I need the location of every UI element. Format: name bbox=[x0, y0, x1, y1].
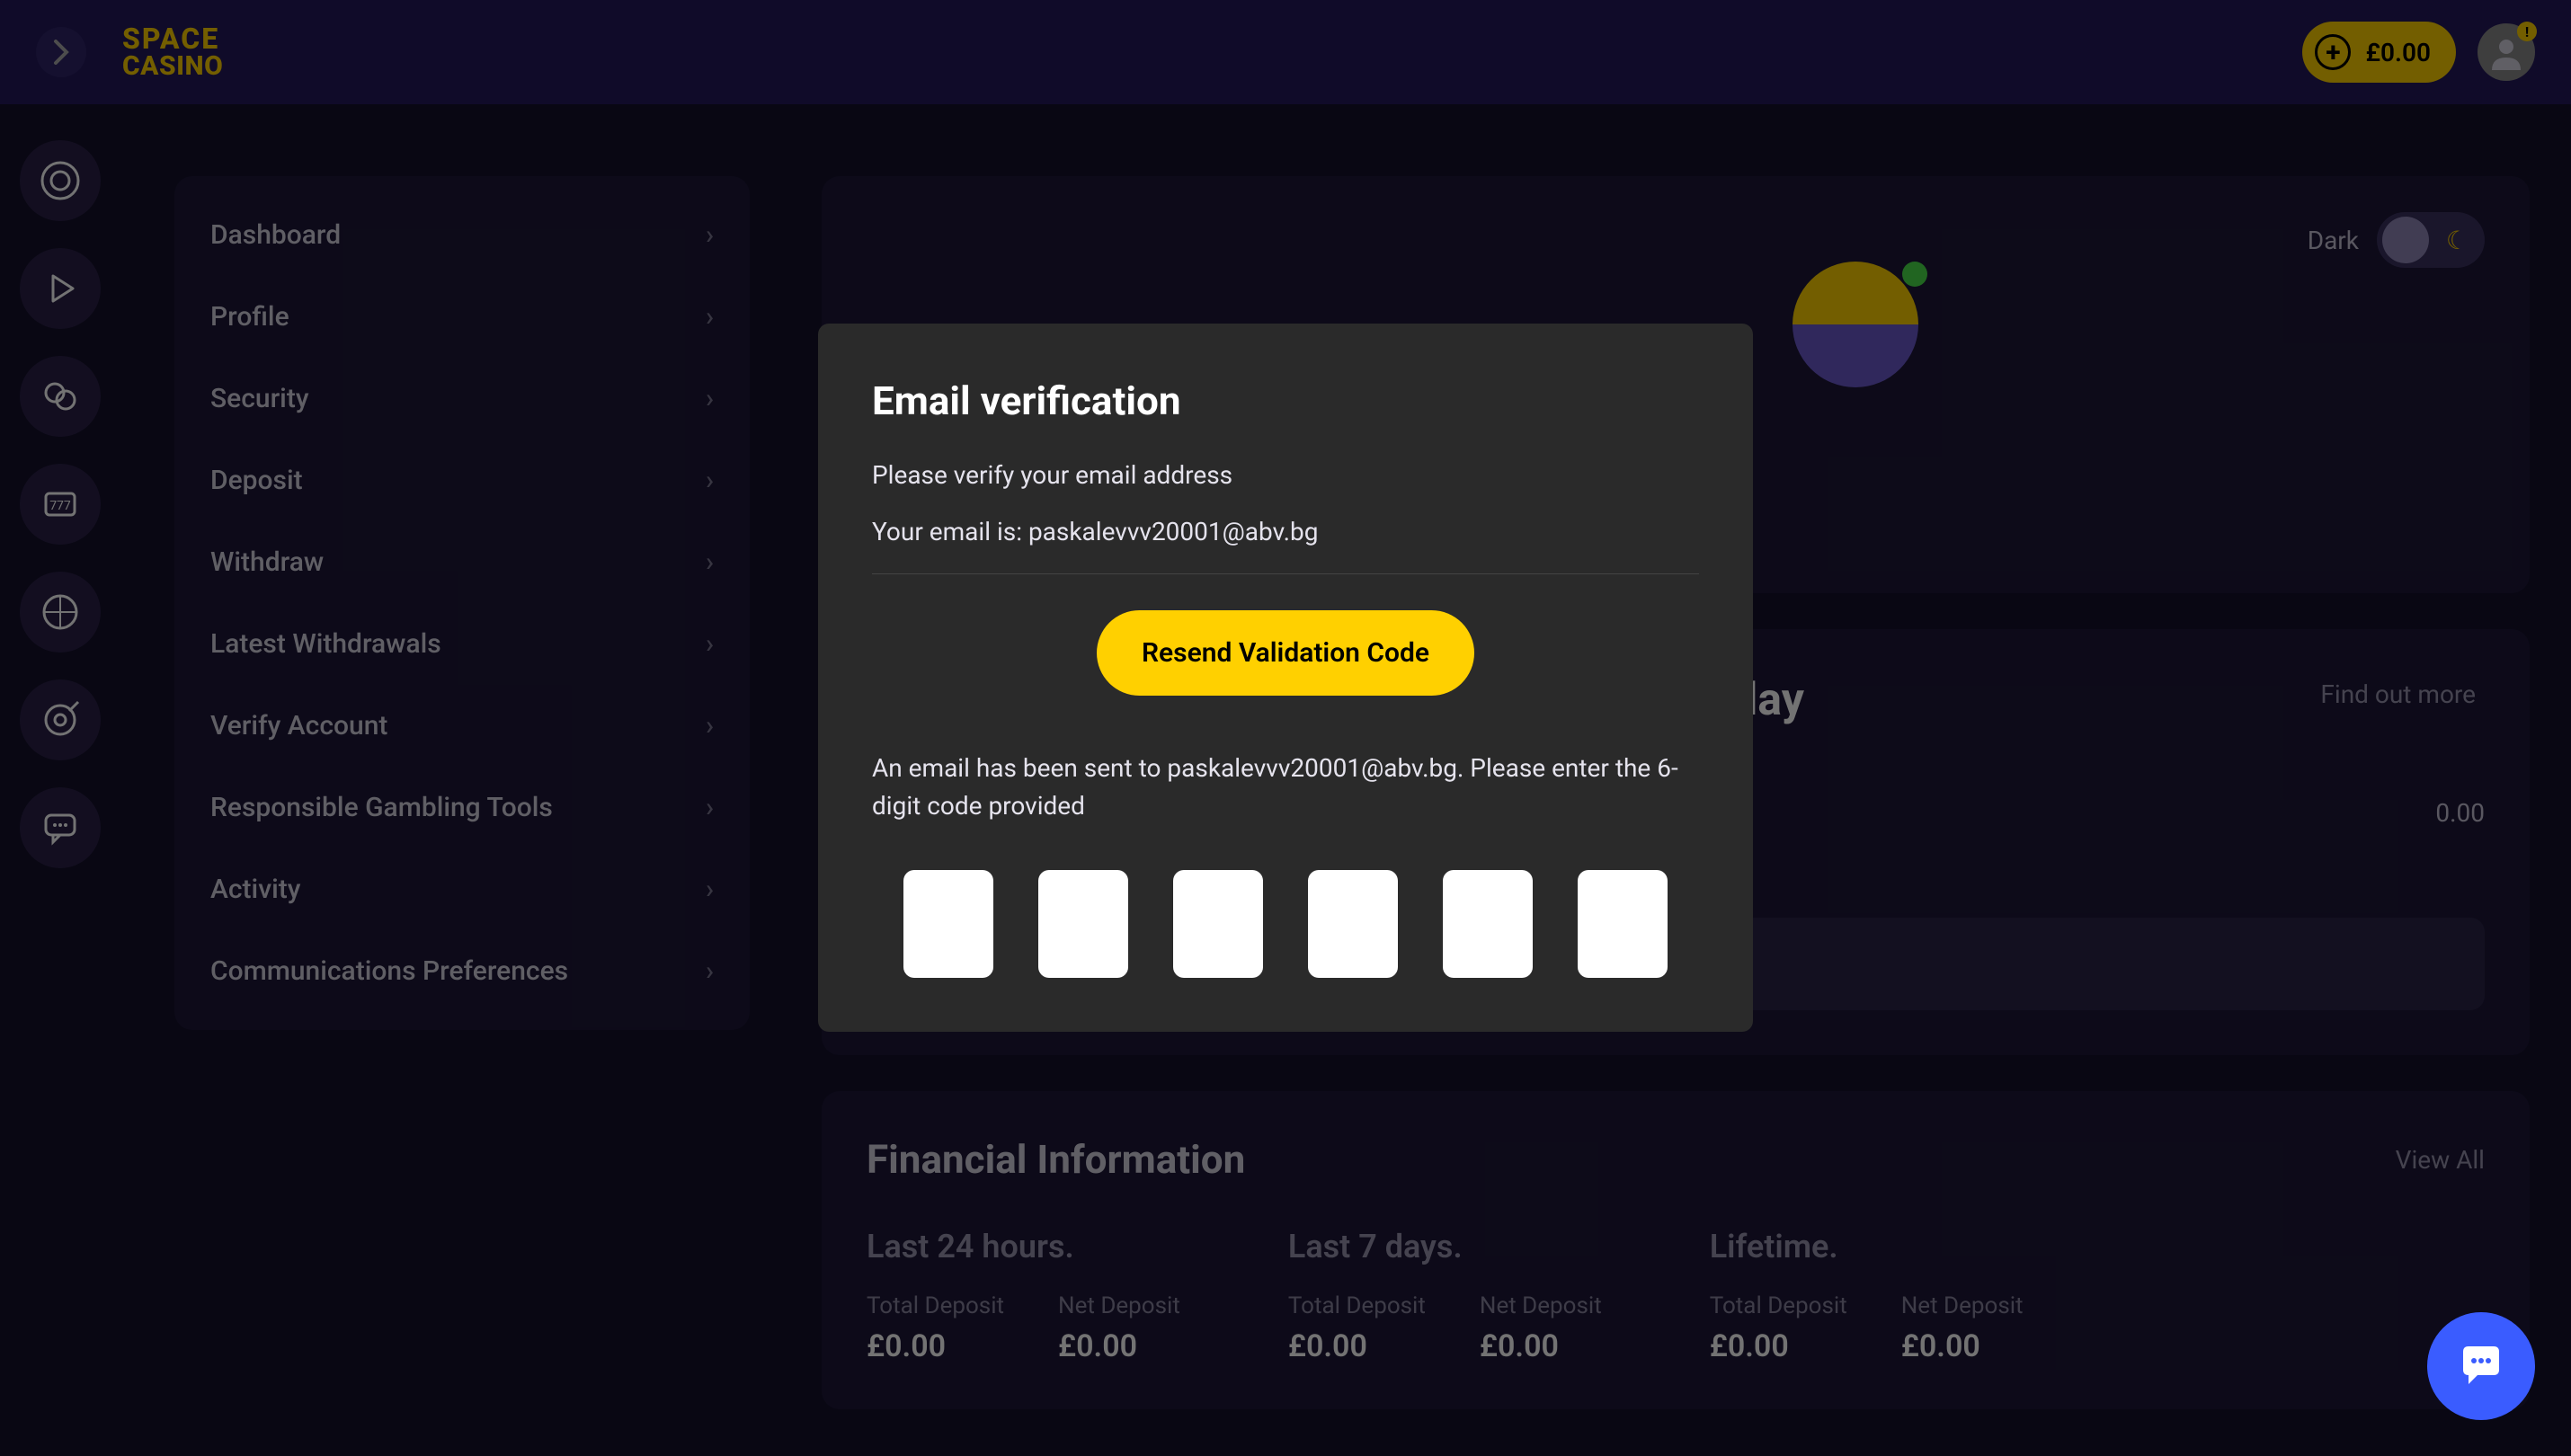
code-digit-4[interactable] bbox=[1308, 870, 1398, 978]
modal-email-text: Your email is: paskalevvv20001@abv.bg bbox=[872, 517, 1699, 546]
code-digit-1[interactable] bbox=[903, 870, 993, 978]
chat-icon bbox=[2454, 1339, 2508, 1393]
resend-validation-button[interactable]: Resend Validation Code bbox=[1097, 610, 1474, 696]
email-verification-modal: Email verification Please verify your em… bbox=[818, 324, 1753, 1032]
code-digit-5[interactable] bbox=[1443, 870, 1533, 978]
code-digit-3[interactable] bbox=[1173, 870, 1263, 978]
code-digit-2[interactable] bbox=[1038, 870, 1128, 978]
modal-verify-text: Please verify your email address bbox=[872, 460, 1699, 490]
live-chat-button[interactable] bbox=[2427, 1312, 2535, 1420]
code-digit-6[interactable] bbox=[1578, 870, 1668, 978]
modal-info-text: An email has been sent to paskalevvv2000… bbox=[872, 750, 1699, 825]
code-inputs bbox=[872, 870, 1699, 978]
modal-divider bbox=[872, 573, 1699, 574]
modal-title: Email verification bbox=[872, 377, 1699, 424]
modal-overlay[interactable]: Email verification Please verify your em… bbox=[0, 0, 2571, 1456]
